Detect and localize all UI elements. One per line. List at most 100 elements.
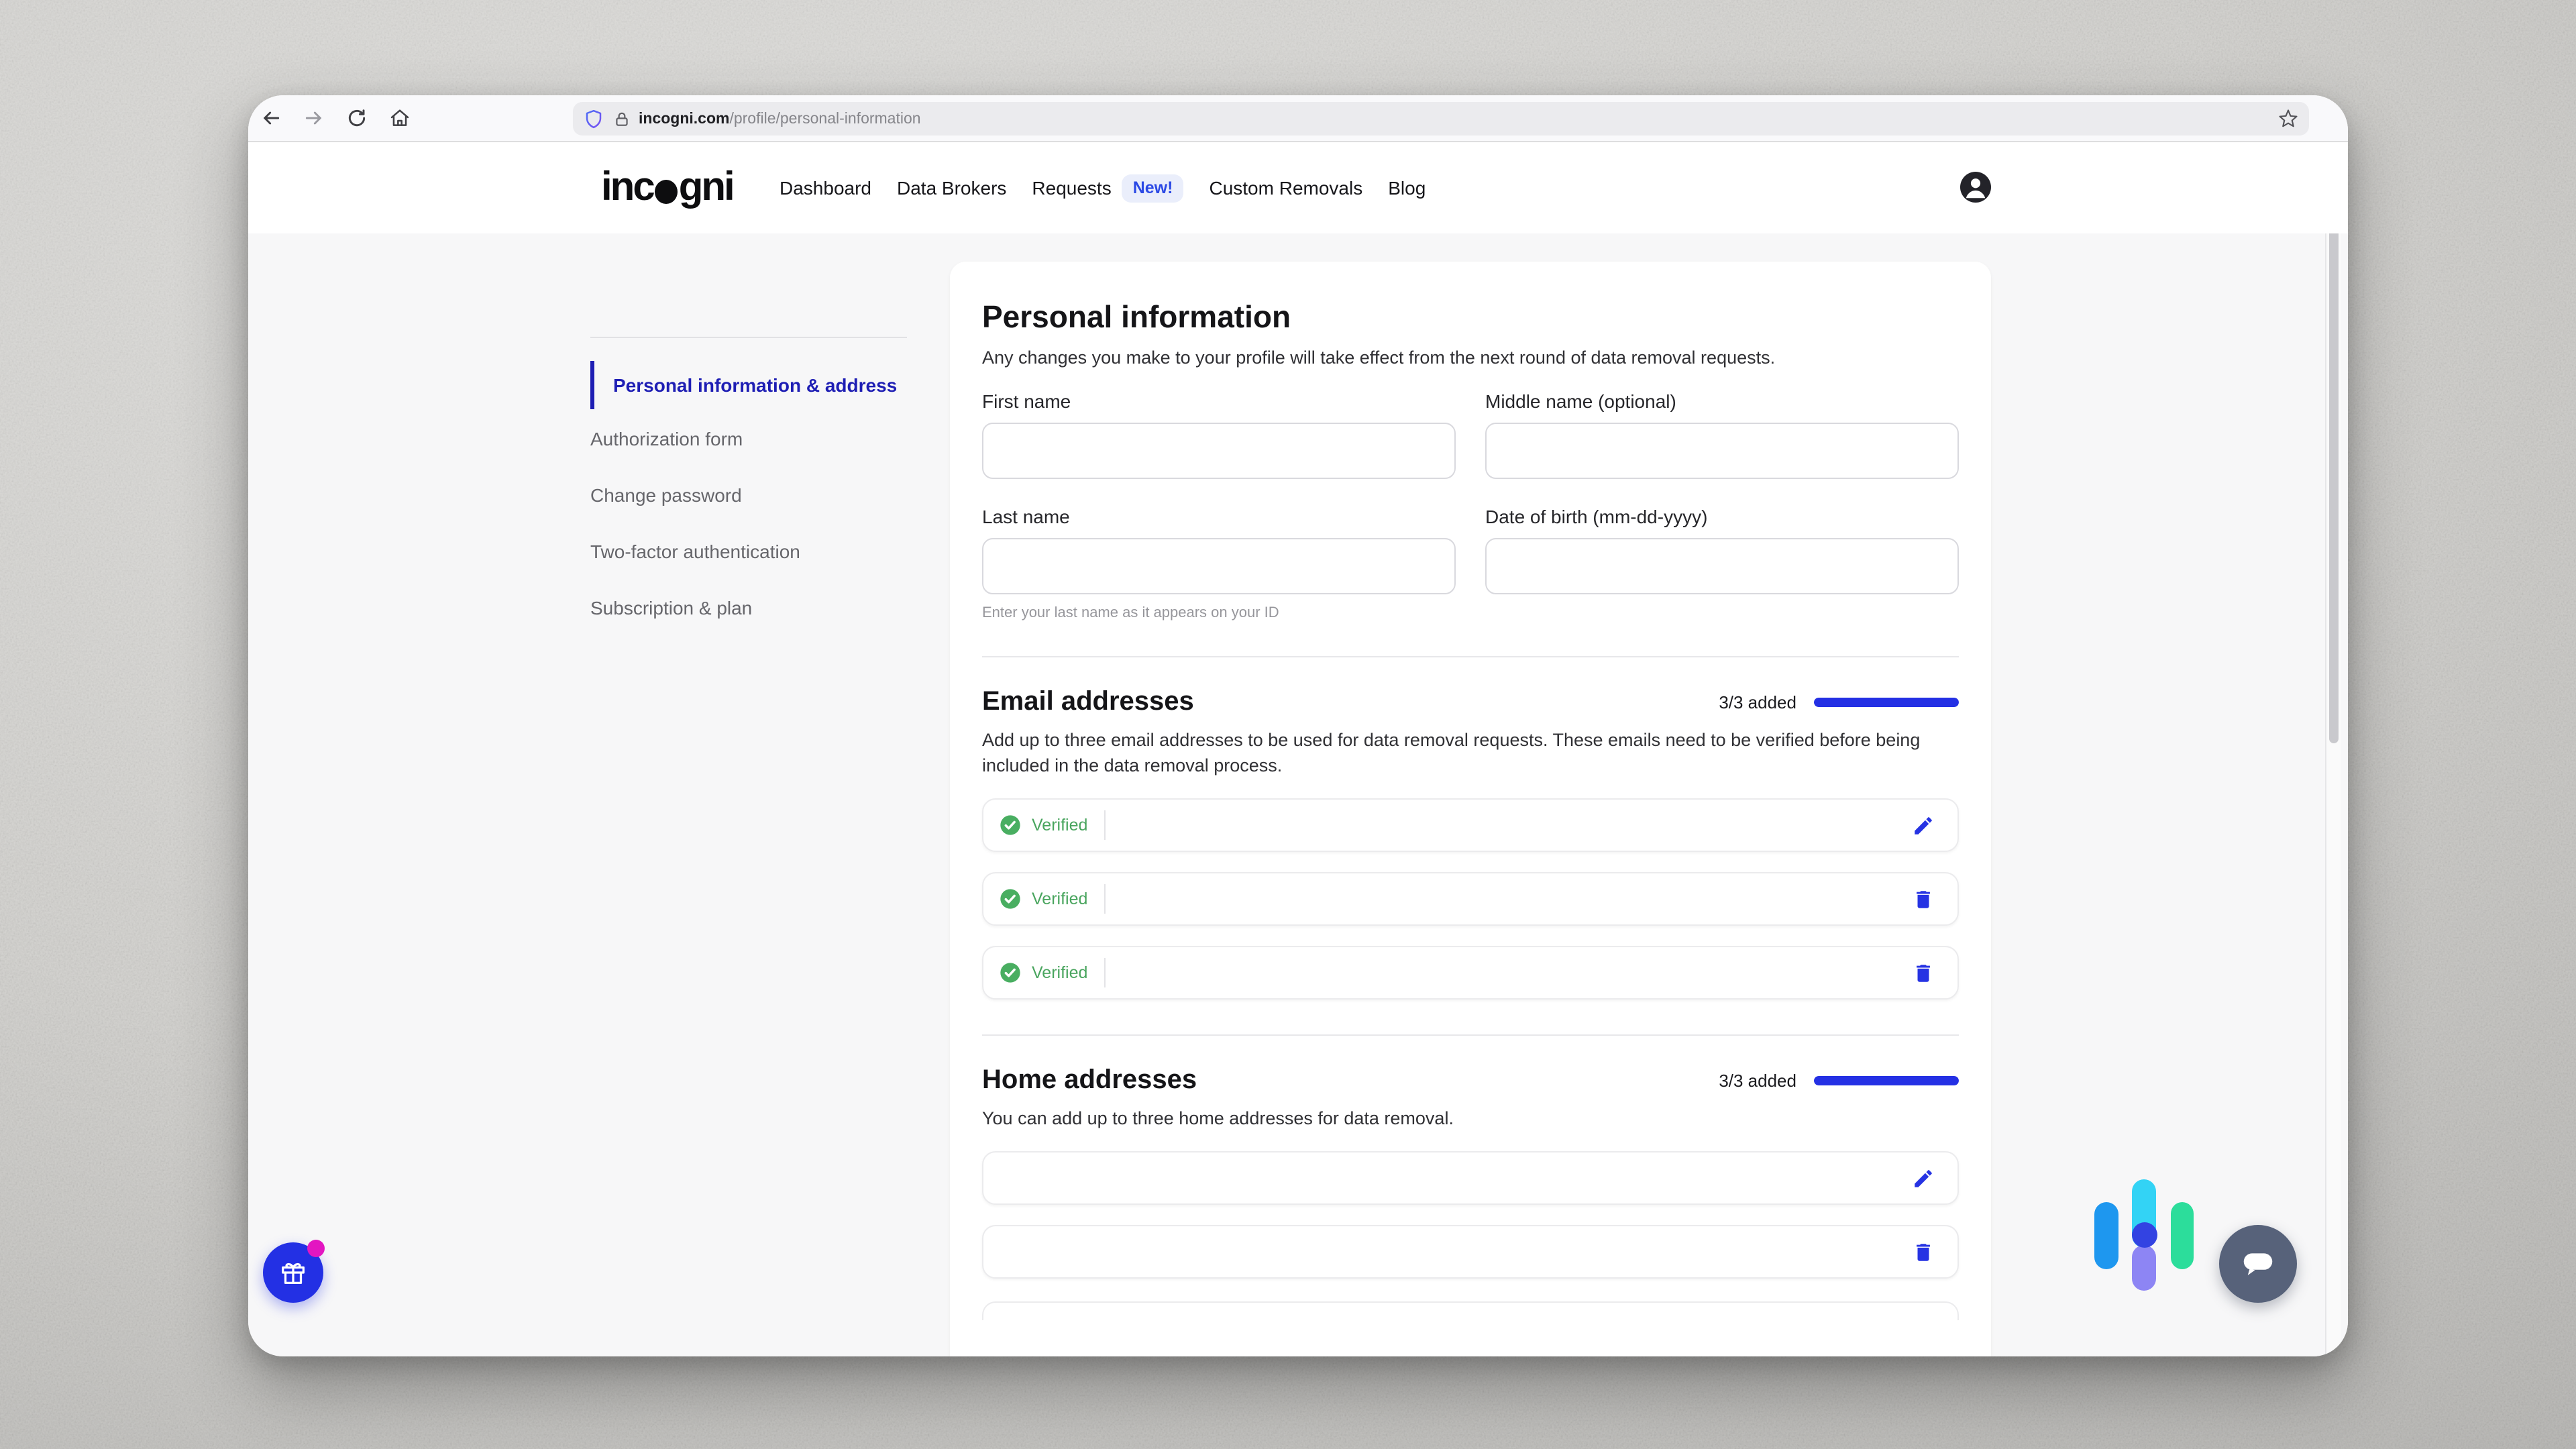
home-section-title: Home addresses — [982, 1065, 1197, 1096]
home-icon — [389, 107, 411, 129]
back-button[interactable] — [260, 107, 282, 129]
email-row-3: Verified — [982, 946, 1959, 1000]
star-icon — [2278, 109, 2298, 129]
badge-divider — [1104, 958, 1105, 987]
bar-green — [2171, 1202, 2194, 1269]
rewards-button[interactable] — [263, 1242, 323, 1303]
incogni-logo[interactable]: incgni — [601, 142, 733, 233]
forward-icon — [303, 107, 325, 129]
sidebar-item-subscription[interactable]: Subscription & plan — [590, 597, 907, 619]
browser-toolbar: incogni.com/profile/personal-information — [248, 95, 2348, 142]
sidebar-nav: Personal information & address Authoriza… — [590, 338, 907, 619]
dob-label: Date of birth (mm-dd-yyyy) — [1485, 506, 1959, 527]
delete-email-button[interactable] — [1911, 961, 1935, 985]
dob-input[interactable] — [1485, 538, 1959, 594]
badge-divider — [1104, 810, 1105, 840]
gift-icon — [278, 1257, 309, 1288]
email-section-header: Email addresses 3/3 added — [982, 687, 1959, 718]
url-text: incogni.com/profile/personal-information — [639, 111, 921, 127]
scrollbar-thumb[interactable] — [2329, 233, 2339, 743]
delete-address-button[interactable] — [1911, 1240, 1935, 1264]
brand-bars-logo — [2094, 1179, 2196, 1292]
email-section-description: Add up to three email addresses to be us… — [982, 727, 1937, 778]
verified-badge: Verified — [1000, 814, 1087, 836]
chat-widget-button[interactable] — [2219, 1225, 2297, 1303]
last-name-label: Last name — [982, 506, 1456, 527]
email-progress: 3/3 added — [1719, 692, 1959, 712]
middle-name-label: Middle name (optional) — [1485, 390, 1959, 412]
home-counter: 3/3 added — [1719, 1071, 1796, 1091]
home-addresses-section: Home addresses 3/3 added You can add up … — [982, 1065, 1959, 1320]
bar-purple — [2132, 1245, 2156, 1291]
email-addresses-section: Email addresses 3/3 added Add up to thre… — [982, 687, 1959, 1000]
trash-icon — [1911, 1240, 1934, 1263]
email-row-1: Verified — [982, 798, 1959, 852]
url-path: /profile/personal-information — [729, 111, 920, 127]
bar-blue — [2094, 1202, 2118, 1269]
pencil-icon — [1911, 814, 1934, 837]
account-avatar-button[interactable] — [1960, 172, 1991, 203]
shield-icon — [584, 109, 604, 129]
check-circle-icon — [1000, 888, 1021, 910]
verified-badge: Verified — [1000, 962, 1087, 983]
back-icon — [260, 107, 282, 129]
check-circle-icon — [1000, 814, 1021, 836]
verified-label: Verified — [1032, 890, 1087, 908]
section-divider — [982, 656, 1959, 657]
first-name-label: First name — [982, 390, 1456, 412]
badge-divider — [1104, 884, 1105, 914]
forward-button[interactable] — [303, 107, 325, 129]
personal-info-form: First name Middle name (optional) Last n… — [982, 390, 1959, 621]
last-name-input[interactable] — [982, 538, 1456, 594]
home-progress: 3/3 added — [1719, 1071, 1959, 1091]
notification-dot — [307, 1240, 325, 1257]
email-counter: 3/3 added — [1719, 692, 1796, 712]
nav-data-brokers[interactable]: Data Brokers — [897, 177, 1006, 199]
profile-sidebar: Personal information & address Authoriza… — [590, 337, 907, 653]
nav-blog[interactable]: Blog — [1388, 177, 1426, 199]
profile-card: Personal information Any changes you mak… — [950, 262, 1991, 1356]
sidebar-item-personal-information[interactable]: Personal information & address — [590, 361, 907, 409]
edit-email-button[interactable] — [1911, 813, 1935, 837]
last-name-field-group: Last name Enter your last name as it app… — [982, 506, 1456, 621]
logo-o-mark — [655, 180, 678, 204]
home-row-1 — [982, 1151, 1959, 1205]
home-button[interactable] — [389, 107, 411, 129]
trash-icon — [1911, 888, 1934, 910]
page-content: Personal information & address Authoriza… — [248, 233, 2348, 1356]
home-progress-bar — [1814, 1076, 1959, 1085]
email-progress-bar — [1814, 698, 1959, 707]
new-badge: New! — [1122, 174, 1184, 202]
nav-custom-removals[interactable]: Custom Removals — [1209, 177, 1362, 199]
email-section-title: Email addresses — [982, 687, 1194, 718]
home-section-description: You can add up to three home addresses f… — [982, 1106, 1937, 1131]
last-name-helper: Enter your last name as it appears on yo… — [982, 605, 1456, 621]
edit-address-button[interactable] — [1911, 1166, 1935, 1190]
bookmark-button[interactable] — [2278, 109, 2298, 129]
url-domain: incogni.com — [639, 111, 729, 127]
email-row-2: Verified — [982, 872, 1959, 926]
nav-dashboard[interactable]: Dashboard — [780, 177, 871, 199]
main-nav: Dashboard Data Brokers RequestsNew! Cust… — [780, 142, 1426, 233]
delete-email-button[interactable] — [1911, 887, 1935, 911]
check-circle-icon — [1000, 962, 1021, 983]
lock-icon — [613, 109, 631, 128]
page-scrollbar[interactable] — [2325, 233, 2341, 1356]
verified-label: Verified — [1032, 963, 1087, 982]
middle-name-field-group: Middle name (optional) — [1485, 390, 1959, 479]
nav-requests[interactable]: RequestsNew! — [1032, 174, 1183, 202]
home-section-header: Home addresses 3/3 added — [982, 1065, 1959, 1096]
url-bar[interactable]: incogni.com/profile/personal-information — [573, 102, 2309, 136]
middle-name-input[interactable] — [1485, 423, 1959, 479]
home-row-3 — [982, 1301, 1959, 1320]
reload-button[interactable] — [346, 107, 368, 129]
bar-circle — [2131, 1222, 2157, 1248]
sidebar-item-change-password[interactable]: Change password — [590, 484, 907, 506]
chat-bubble-icon — [2235, 1241, 2281, 1287]
pencil-icon — [1911, 1167, 1934, 1189]
personal-info-description: Any changes you make to your profile wil… — [982, 345, 1937, 370]
reload-icon — [346, 107, 368, 129]
sidebar-item-authorization-form[interactable]: Authorization form — [590, 428, 907, 449]
sidebar-item-two-factor[interactable]: Two-factor authentication — [590, 541, 907, 562]
first-name-input[interactable] — [982, 423, 1456, 479]
